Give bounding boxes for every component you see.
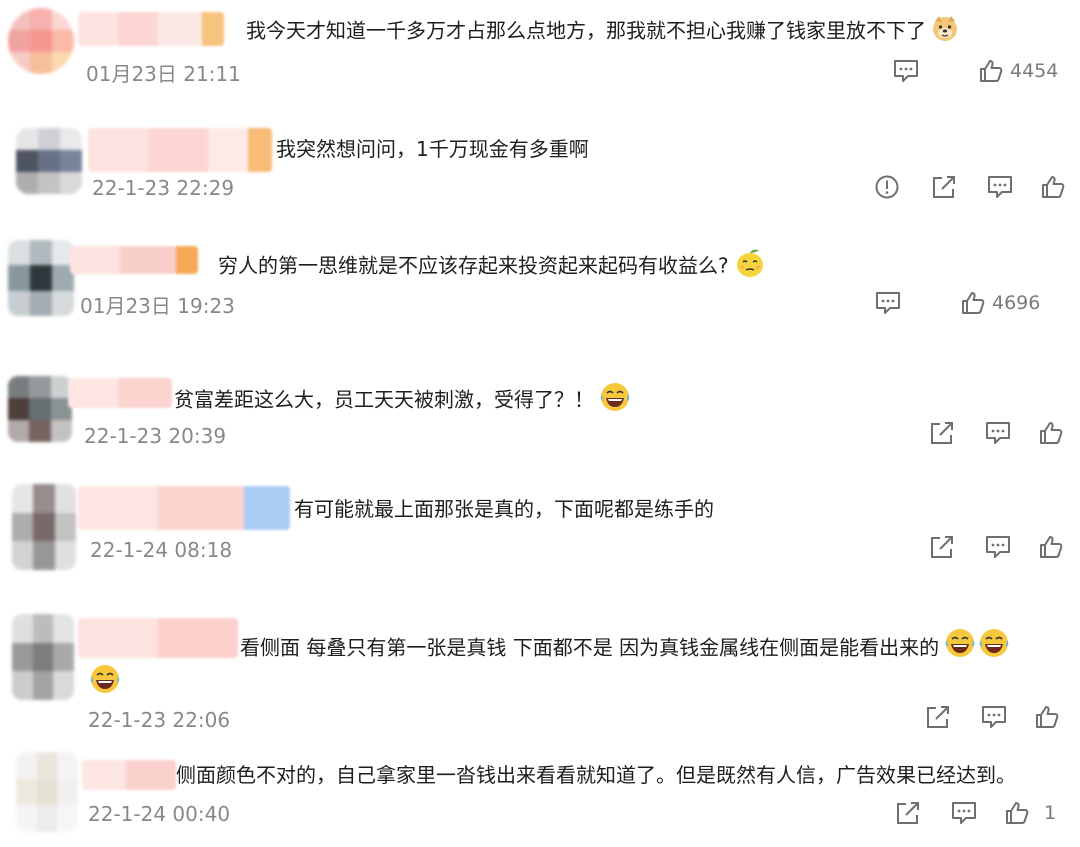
like-button[interactable]: 4454 [978, 58, 1058, 84]
comment-icon [894, 60, 918, 82]
avatar[interactable] [8, 8, 74, 74]
username-blurred[interactable] [88, 128, 272, 172]
reply-button[interactable] [874, 290, 902, 316]
share-button[interactable] [930, 174, 958, 200]
username-blurred[interactable] [82, 760, 176, 790]
comment-item: 看侧面 每叠只有第一张是真钱 下面都不是 因为真钱金属线在侧面是能看出来的 22… [0, 610, 1080, 740]
comment-time: 01月23日 19:23 [80, 294, 235, 318]
comment-body: 看侧面 每叠只有第一张是真钱 下面都不是 因为真钱金属线在侧面是能看出来的 [240, 635, 940, 660]
like-count: 1 [1044, 802, 1057, 824]
avatar[interactable] [12, 614, 74, 700]
thumbs-up-icon [980, 60, 1003, 82]
thumbs-up-icon [1042, 176, 1065, 198]
comment-body: 我今天才知道一千多万才占那么点地方，那我就不担心我赚了钱家里放不下了 [246, 18, 926, 43]
doge-emoji-icon [930, 13, 960, 51]
thumbs-up-icon [1040, 536, 1063, 558]
reply-button[interactable] [980, 704, 1008, 730]
avatar[interactable] [12, 484, 76, 570]
comment-text: 看侧面 每叠只有第一张是真钱 下面都不是 因为真钱金属线在侧面是能看出来的 [240, 626, 1080, 672]
comment-icon [876, 292, 900, 314]
laugh-tears-emoji-icon [598, 380, 632, 422]
comment-body: 穷人的第一思维就是不应该存起来投资起来起码有收益么? [218, 253, 729, 278]
comment-icon [986, 422, 1010, 444]
comment-icon [952, 802, 976, 824]
avatar[interactable] [8, 240, 74, 316]
comment-body: 侧面颜色不对的，自己拿家里一沓钱出来看看就知道了。但是既然有人信，广告效果已经达… [176, 763, 1016, 787]
comment-body: 我突然想问问，1千万现金有多重啊 [276, 137, 589, 161]
comment-time: 22-1-23 22:06 [88, 708, 231, 732]
reply-button[interactable] [950, 800, 978, 826]
like-count: 4454 [1010, 60, 1059, 82]
username-blurred[interactable] [78, 486, 290, 530]
comment-icon [988, 176, 1012, 198]
share-icon [931, 536, 953, 558]
share-button[interactable] [928, 534, 956, 560]
comment-time: 22-1-23 20:39 [84, 424, 227, 448]
alert-circle-icon [875, 175, 899, 199]
share-icon [933, 176, 955, 198]
username-blurred[interactable] [78, 12, 224, 46]
thumbs-up-icon [1040, 422, 1063, 444]
comment-item: 有可能就最上面那张是真的，下面呢都是练手的 22-1-24 08:18 [0, 480, 1080, 580]
comment-item: 贫富差距这么大，员工天天被刺激，受得了？！ 22-1-23 20:39 [0, 366, 1080, 466]
comment-item: 穷人的第一思维就是不应该存起来投资起来起码有收益么? 01月23日 19:23 … [0, 232, 1080, 342]
like-count: 4696 [992, 292, 1041, 314]
comment-item: 我今天才知道一千多万才占那么点地方，那我就不担心我赚了钱家里放不下了 01月23… [0, 0, 1080, 110]
thumbs-up-icon [1006, 802, 1029, 824]
share-button[interactable] [894, 800, 922, 826]
share-icon [927, 706, 949, 728]
avatar[interactable] [16, 752, 78, 832]
comment-text: 侧面颜色不对的，自己拿家里一沓钱出来看看就知道了。但是既然有人信，广告效果已经达… [176, 760, 1016, 790]
comment-item: 我突然想问问，1千万现金有多重啊 22-1-23 22:29 [0, 120, 1080, 215]
thumbs-up-icon [962, 292, 985, 314]
laugh-tears-emoji-icon [943, 626, 977, 672]
like-button[interactable] [1038, 420, 1064, 446]
comment-time: 22-1-24 00:40 [88, 802, 231, 826]
comment-body: 有可能就最上面那张是真的，下面呢都是练手的 [294, 497, 714, 521]
reply-button[interactable] [986, 174, 1014, 200]
comment-text: 我突然想问问，1千万现金有多重啊 [276, 134, 589, 164]
comment-body: 贫富差距这么大，员工天天被刺激，受得了？！ [174, 387, 594, 412]
comment-text: 贫富差距这么大，员工天天被刺激，受得了？！ [174, 380, 632, 422]
comment-text: 我今天才知道一千多万才占那么点地方，那我就不担心我赚了钱家里放不下了 [246, 13, 960, 51]
like-button[interactable] [1038, 534, 1064, 560]
username-blurred[interactable] [70, 246, 198, 274]
like-button[interactable] [1040, 174, 1066, 200]
like-button[interactable]: 4696 [960, 290, 1040, 316]
like-button[interactable] [1034, 704, 1060, 730]
laugh-tears-emoji-icon [977, 626, 1011, 672]
like-button[interactable]: 1 [1004, 800, 1056, 826]
avatar[interactable] [16, 128, 82, 194]
comment-time: 01月23日 21:11 [86, 62, 241, 86]
report-button[interactable] [874, 174, 900, 200]
comment-item: 侧面颜色不对的，自己拿家里一沓钱出来看看就知道了。但是既然有人信，广告效果已经达… [0, 750, 1080, 847]
share-button[interactable] [928, 420, 956, 446]
lemon-emoji-icon [733, 246, 767, 288]
thumbs-up-icon [1036, 706, 1059, 728]
share-icon [897, 802, 919, 824]
comment-text: 穷人的第一思维就是不应该存起来投资起来起码有收益么? [218, 246, 767, 288]
share-button[interactable] [924, 704, 952, 730]
username-blurred[interactable] [68, 378, 172, 408]
comment-time: 22-1-24 08:18 [90, 538, 233, 562]
share-icon [931, 422, 953, 444]
comment-icon [986, 536, 1010, 558]
comment-time: 22-1-23 22:29 [92, 176, 235, 200]
comment-icon [982, 706, 1006, 728]
avatar[interactable] [8, 376, 72, 442]
username-blurred[interactable] [78, 618, 238, 658]
reply-button[interactable] [892, 58, 920, 84]
reply-button[interactable] [984, 534, 1012, 560]
comment-text: 有可能就最上面那张是真的，下面呢都是练手的 [294, 494, 714, 524]
laugh-tears-emoji-icon [88, 662, 122, 700]
reply-button[interactable] [984, 420, 1012, 446]
